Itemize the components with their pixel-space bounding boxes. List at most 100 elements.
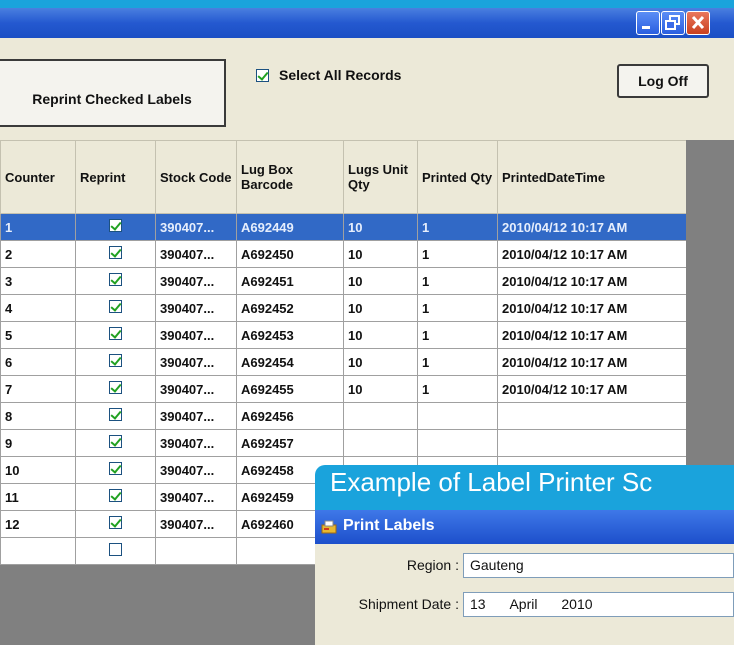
reprint-checkbox[interactable] — [109, 516, 122, 529]
restore-icon — [665, 15, 680, 30]
cell-printed-qty: 1 — [417, 375, 498, 403]
cell-lugs-unit-qty: 10 — [343, 348, 418, 376]
cell-stock-code: 390407... — [155, 456, 237, 484]
reprint-checkbox[interactable] — [109, 300, 122, 313]
cell-barcode: A692449 — [236, 213, 344, 241]
cell-stock-code: 390407... — [155, 213, 237, 241]
table-row[interactable]: 4 390407... A692452 10 1 2010/04/12 10:17 AM — [0, 294, 687, 322]
cell-reprint[interactable] — [75, 429, 156, 457]
shipment-day: 13 — [470, 596, 486, 612]
cell-reprint[interactable] — [75, 402, 156, 430]
table-row[interactable]: 1 390407... A692449 10 1 2010/04/12 10:17 AM — [0, 213, 687, 241]
select-all-records[interactable]: Select All Records — [256, 67, 401, 83]
reprint-checkbox[interactable] — [109, 327, 122, 340]
cell-counter: 3 — [0, 267, 76, 295]
minimize-icon — [642, 26, 650, 29]
column-header-lugs-unit-qty[interactable]: Lugs Unit Qty — [343, 140, 418, 214]
cell-lugs-unit-qty — [343, 429, 418, 457]
window-titlebar — [0, 8, 734, 38]
cell-lugs-unit-qty: 10 — [343, 375, 418, 403]
column-header-reprint[interactable]: Reprint — [75, 140, 156, 214]
table-row[interactable]: 3 390407... A692451 10 1 2010/04/12 10:17 AM — [0, 267, 687, 295]
region-field[interactable]: Gauteng — [463, 553, 734, 578]
log-off-button[interactable]: Log Off — [617, 64, 709, 98]
cell-counter: 1 — [0, 213, 76, 241]
shipment-date-field[interactable]: 13 April 2010 — [463, 592, 734, 617]
cell-printed-qty — [417, 429, 498, 457]
reprint-checkbox[interactable] — [109, 489, 122, 502]
cell-counter: 12 — [0, 510, 76, 538]
cell-printed-qty: 1 — [417, 321, 498, 349]
region-label: Region : — [406, 557, 459, 573]
cell-printed-date-time: 2010/04/12 10:17 AM — [497, 213, 687, 241]
printer-app-icon — [321, 520, 337, 534]
cell-lugs-unit-qty: 10 — [343, 267, 418, 295]
cell-stock-code: 390407... — [155, 375, 237, 403]
cell-counter: 4 — [0, 294, 76, 322]
cell-reprint[interactable] — [75, 375, 156, 403]
cell-stock-code — [155, 537, 237, 565]
cell-reprint[interactable] — [75, 348, 156, 376]
cell-lugs-unit-qty: 10 — [343, 294, 418, 322]
reprint-checkbox[interactable] — [109, 273, 122, 286]
print-labels-title: Print Labels — [343, 517, 435, 534]
reprint-checkbox[interactable] — [109, 246, 122, 259]
cell-reprint[interactable] — [75, 267, 156, 295]
shipment-date-label: Shipment Date : — [358, 596, 459, 612]
cell-reprint[interactable] — [75, 483, 156, 511]
cell-barcode: A692454 — [236, 348, 344, 376]
reprint-checkbox[interactable] — [109, 381, 122, 394]
table-row[interactable]: 8 390407... A692456 — [0, 402, 687, 430]
close-button[interactable] — [686, 11, 710, 35]
reprint-checked-labels-button[interactable]: Reprint Checked Labels — [0, 59, 226, 127]
reprint-checkbox[interactable] — [109, 435, 122, 448]
minimize-button[interactable] — [636, 11, 660, 35]
reprint-checkbox[interactable] — [109, 219, 122, 232]
column-header-printed-qty[interactable]: Printed Qty — [417, 140, 498, 214]
cell-printed-date-time: 2010/04/12 10:17 AM — [497, 348, 687, 376]
cell-printed-date-time: 2010/04/12 10:17 AM — [497, 294, 687, 322]
cell-counter: 2 — [0, 240, 76, 268]
cell-printed-qty: 1 — [417, 348, 498, 376]
cell-printed-date-time — [497, 429, 687, 457]
reprint-checkbox[interactable] — [109, 543, 122, 556]
cell-reprint[interactable] — [75, 537, 156, 565]
cell-reprint[interactable] — [75, 510, 156, 538]
column-header-counter[interactable]: Counter — [0, 140, 76, 214]
cell-reprint[interactable] — [75, 456, 156, 484]
reprint-checkbox[interactable] — [109, 408, 122, 421]
cell-reprint[interactable] — [75, 321, 156, 349]
cell-barcode: A692450 — [236, 240, 344, 268]
cell-printed-qty: 1 — [417, 213, 498, 241]
close-icon — [691, 15, 705, 30]
cell-stock-code: 390407... — [155, 429, 237, 457]
cell-printed-qty: 1 — [417, 240, 498, 268]
cell-counter: 6 — [0, 348, 76, 376]
table-row[interactable]: 7 390407... A692455 10 1 2010/04/12 10:17 AM — [0, 375, 687, 403]
select-all-checkbox[interactable] — [256, 68, 269, 82]
reprint-checkbox[interactable] — [109, 462, 122, 475]
table-row[interactable]: 5 390407... A692453 10 1 2010/04/12 10:17 AM — [0, 321, 687, 349]
cell-barcode: A692457 — [236, 429, 344, 457]
cell-reprint[interactable] — [75, 213, 156, 241]
table-row[interactable]: 2 390407... A692450 10 1 2010/04/12 10:17 AM — [0, 240, 687, 268]
restore-button[interactable] — [661, 11, 685, 35]
cell-barcode: A692456 — [236, 402, 344, 430]
cell-printed-date-time: 2010/04/12 10:17 AM — [497, 321, 687, 349]
column-header-printed-date-time[interactable]: PrintedDateTime — [497, 140, 687, 214]
shipment-month: April — [509, 596, 538, 612]
column-header-stock-code[interactable]: Stock Code — [155, 140, 237, 214]
cell-printed-date-time — [497, 402, 687, 430]
reprint-checkbox[interactable] — [109, 354, 122, 367]
cell-lugs-unit-qty: 10 — [343, 321, 418, 349]
cell-lugs-unit-qty — [343, 402, 418, 430]
cell-printed-date-time: 2010/04/12 10:17 AM — [497, 240, 687, 268]
column-header-lug-box-barcode[interactable]: Lug Box Barcode — [236, 140, 344, 214]
cell-reprint[interactable] — [75, 294, 156, 322]
cell-reprint[interactable] — [75, 240, 156, 268]
cell-stock-code: 390407... — [155, 348, 237, 376]
cell-stock-code: 390407... — [155, 294, 237, 322]
table-row[interactable]: 6 390407... A692454 10 1 2010/04/12 10:17 AM — [0, 348, 687, 376]
table-row[interactable]: 9 390407... A692457 — [0, 429, 687, 457]
cell-barcode: A692455 — [236, 375, 344, 403]
